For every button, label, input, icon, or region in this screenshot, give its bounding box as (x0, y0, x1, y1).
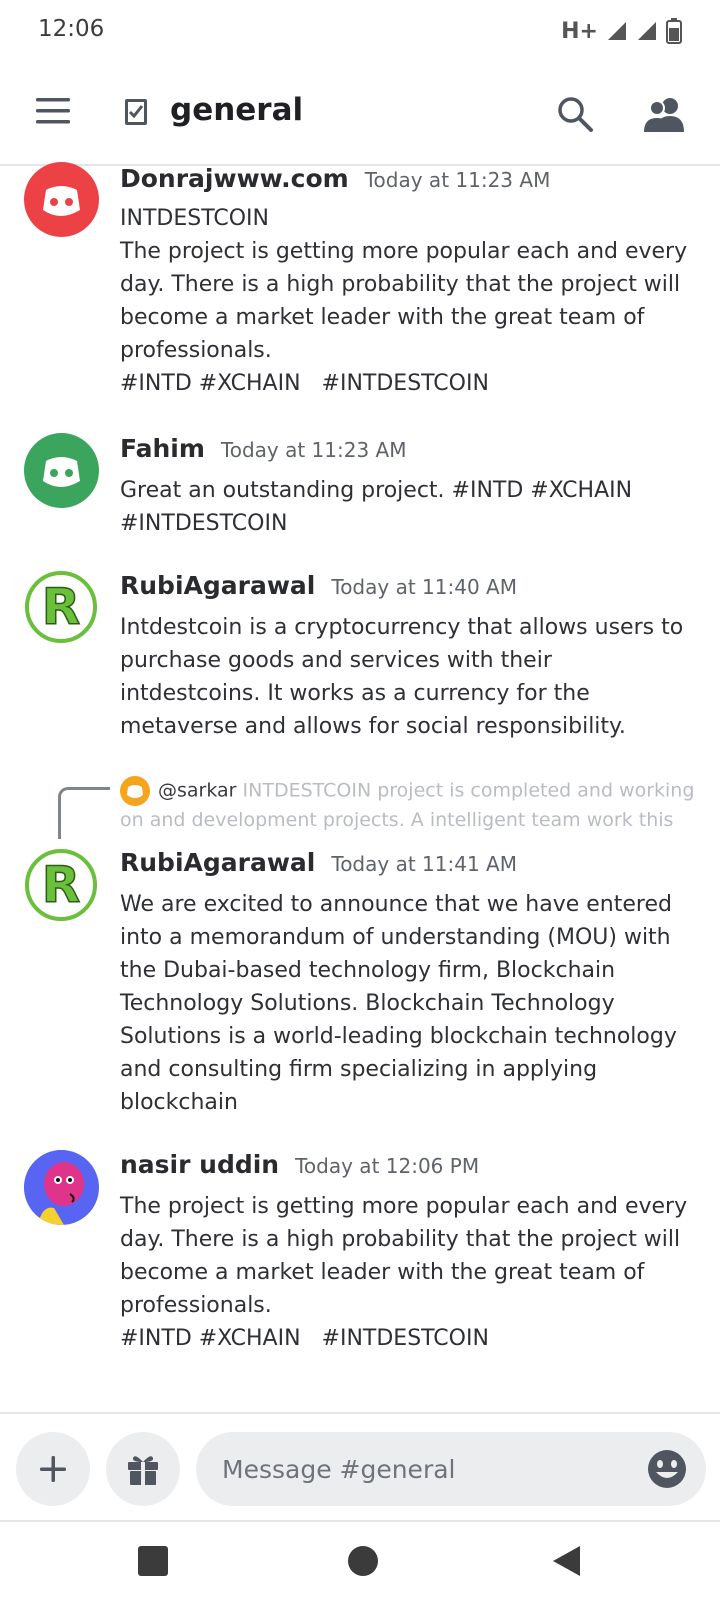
svg-text:R: R (42, 578, 81, 636)
gift-button[interactable] (106, 1432, 180, 1506)
message-text: Intdestcoin is a cryptocurrency that all… (120, 615, 691, 739)
avatar[interactable]: R (24, 848, 99, 923)
reply-connector (58, 787, 110, 839)
hamburger-menu-icon[interactable] (36, 96, 72, 126)
reply-username[interactable]: @sarkar (158, 780, 236, 802)
avatar[interactable]: R (24, 570, 99, 645)
message-header: RubiAgarawal Today at 11:41 AM (120, 848, 517, 877)
home-button[interactable] (348, 1546, 378, 1576)
letter-r-logo-icon: R (25, 849, 97, 921)
search-icon[interactable] (555, 94, 595, 134)
message-header: RubiAgarawal Today at 11:40 AM (120, 571, 517, 600)
emoji-icon[interactable] (646, 1448, 688, 1490)
message-timestamp: Today at 11:23 AM (364, 168, 551, 192)
message-content: The project is getting more popular each… (120, 1190, 695, 1355)
members-icon[interactable] (642, 94, 686, 134)
discord-logo-icon (43, 186, 80, 216)
plus-icon (40, 1456, 66, 1482)
status-bar: 12:06 H+ (0, 0, 720, 64)
message-header: Donrajwww.com Today at 11:23 AM (120, 164, 550, 193)
back-icon[interactable] (550, 1544, 582, 1578)
channel-name: general (170, 92, 304, 128)
status-time: 12:06 (38, 16, 105, 42)
message-text: Great an outstanding project. #INTD #XCH… (120, 478, 633, 536)
message-timestamp: Today at 12:06 PM (295, 1154, 480, 1178)
author-name[interactable]: Donrajwww.com (120, 164, 349, 193)
svg-text:R: R (42, 856, 81, 914)
message-content: Intdestcoin is a cryptocurrency that all… (120, 611, 695, 743)
channel-header: general (0, 64, 720, 166)
message-header: nasir uddin Today at 12:06 PM (120, 1150, 479, 1179)
avatar[interactable] (24, 1150, 99, 1225)
avatar[interactable] (24, 433, 99, 508)
author-name[interactable]: RubiAgarawal (120, 848, 315, 877)
message-text: INTDESTCOIN The project is getting more … (120, 206, 688, 396)
network-type: H+ (561, 18, 598, 44)
message-header: Fahim Today at 11:23 AM (120, 434, 407, 463)
message-composer (0, 1412, 720, 1518)
signal-icon (608, 22, 626, 40)
letter-r-logo-icon: R (25, 571, 97, 643)
cartoon-avatar-icon (24, 1150, 98, 1225)
message-text: We are excited to announce that we have … (120, 892, 684, 1115)
author-name[interactable]: nasir uddin (120, 1150, 279, 1179)
system-nav-bar (0, 1520, 720, 1600)
message-input[interactable] (196, 1432, 706, 1506)
author-name[interactable]: Fahim (120, 434, 205, 463)
discord-logo-icon (43, 457, 80, 487)
author-name[interactable]: RubiAgarawal (120, 571, 315, 600)
message-content: We are excited to announce that we have … (120, 888, 695, 1119)
gift-icon (128, 1456, 158, 1485)
status-icons: H+ (561, 14, 682, 48)
reply-preview[interactable]: @sarkar INTDESTCOIN project is completed… (120, 776, 700, 834)
signal-icon-2 (638, 22, 656, 40)
message-timestamp: Today at 11:41 AM (331, 852, 517, 876)
message-text: The project is getting more popular each… (120, 1194, 688, 1351)
avatar[interactable] (24, 162, 99, 237)
reply-avatar (120, 776, 150, 806)
message-timestamp: Today at 11:40 AM (331, 575, 517, 599)
message-timestamp: Today at 11:23 AM (220, 438, 407, 462)
message-content: INTDESTCOIN The project is getting more … (120, 202, 695, 400)
attach-button[interactable] (16, 1432, 90, 1506)
message-content: Great an outstanding project. #INTD #XCH… (120, 474, 695, 540)
battery-icon (666, 18, 682, 44)
recent-apps-button[interactable] (138, 1546, 168, 1576)
discord-logo-icon (127, 785, 143, 798)
rules-channel-icon (125, 99, 147, 125)
